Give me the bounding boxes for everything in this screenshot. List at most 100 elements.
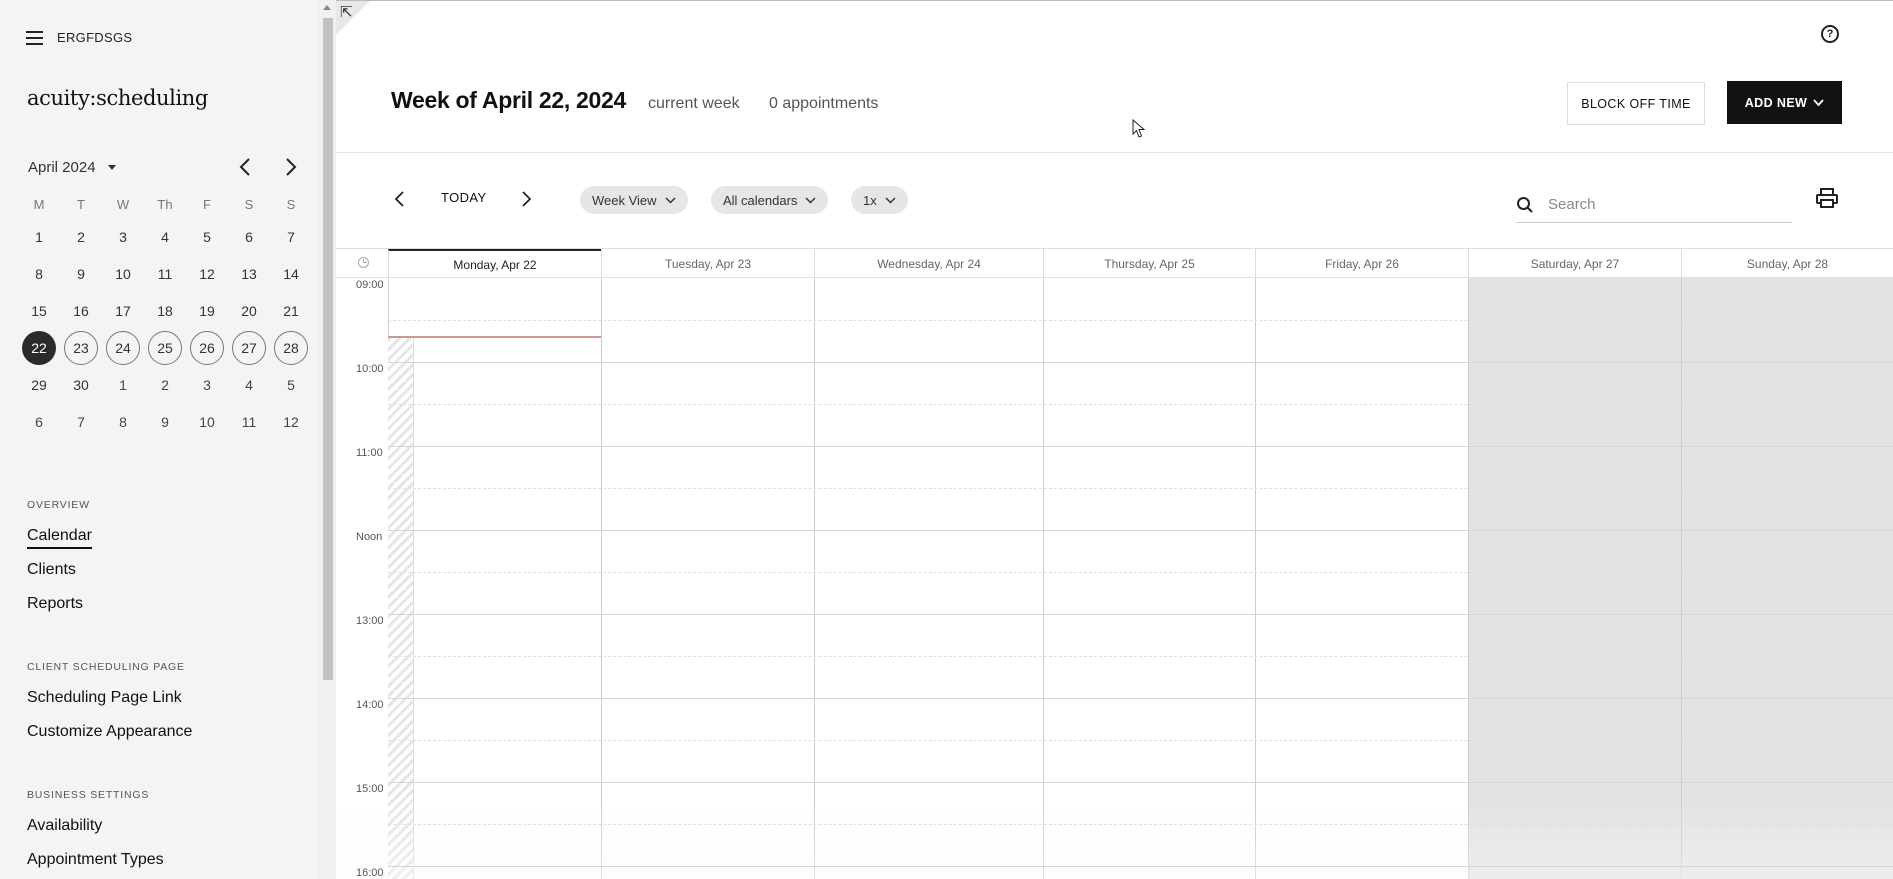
week-grid: Monday, Apr 22 Tuesday, Apr 23 Wednesday, … — [336, 248, 1893, 879]
account-name[interactable]: ERGFDSGS — [57, 30, 132, 45]
sidebar-item-customize-appearance[interactable]: Customize Appearance — [27, 723, 192, 741]
mini-calendar-day[interactable]: 7 — [60, 403, 102, 440]
block-off-time-button[interactable]: BLOCK OFF TIME — [1567, 82, 1705, 125]
sidebar-item-reports[interactable]: Reports — [27, 595, 83, 613]
mini-calendar-day[interactable]: 10 — [102, 255, 144, 292]
mini-calendar-day[interactable]: 26 — [186, 329, 228, 366]
menu-icon[interactable] — [26, 30, 43, 45]
mini-calendar-day[interactable]: 27 — [228, 329, 270, 366]
mini-calendar-day[interactable]: 2 — [60, 218, 102, 255]
mini-calendar-day[interactable]: 2 — [144, 366, 186, 403]
sidebar-item-scheduling-page-link[interactable]: Scheduling Page Link — [27, 689, 182, 707]
hour-gridline — [388, 782, 1893, 783]
day-column[interactable] — [1681, 278, 1893, 879]
day-header[interactable]: Monday, Apr 22 — [388, 249, 601, 278]
view-selector[interactable]: Week View — [580, 186, 688, 214]
day-number: 6 — [245, 228, 253, 245]
mini-calendar-day[interactable]: 6 — [228, 218, 270, 255]
mini-calendar-day[interactable]: 19 — [186, 292, 228, 329]
mini-calendar-day[interactable]: 23 — [60, 329, 102, 366]
day-column[interactable] — [814, 278, 1043, 879]
chevron-left-icon — [239, 158, 250, 176]
mini-calendar-day[interactable]: 10 — [186, 403, 228, 440]
day-header[interactable]: Friday, Apr 26 — [1255, 249, 1468, 278]
day-number: 20 — [241, 302, 257, 319]
sidebar-item-appointment-types[interactable]: Appointment Types — [27, 851, 164, 869]
mini-calendar-day-selected[interactable]: 22 — [18, 329, 60, 366]
mini-calendar-day[interactable]: 18 — [144, 292, 186, 329]
day-header[interactable]: Saturday, Apr 27 — [1468, 249, 1681, 278]
day-number: 10 — [199, 413, 215, 430]
month-selector[interactable]: April 2024 — [18, 159, 116, 176]
day-header[interactable]: Sunday, Apr 28 — [1681, 249, 1893, 278]
day-column[interactable] — [1468, 278, 1681, 879]
mini-calendar-day[interactable]: 5 — [270, 366, 312, 403]
mini-calendar-day[interactable]: 16 — [60, 292, 102, 329]
mini-calendar-day[interactable]: 15 — [18, 292, 60, 329]
time-grid[interactable]: 09:00 10:00 11:00 Noon 13:00 14:00 15:00 16:00 — [336, 278, 1893, 879]
calendars-selector[interactable]: All calendars — [711, 186, 829, 214]
mini-calendar-day[interactable]: 13 — [228, 255, 270, 292]
mini-calendar-day[interactable]: 11 — [144, 255, 186, 292]
mini-calendar-day[interactable]: 21 — [270, 292, 312, 329]
mini-calendar-day[interactable]: 12 — [270, 403, 312, 440]
mini-calendar-day[interactable]: 1 — [18, 218, 60, 255]
day-header[interactable]: Wednesday, Apr 24 — [814, 249, 1043, 278]
sidebar-scrollbar[interactable] — [318, 0, 336, 879]
mini-calendar-day[interactable]: 11 — [228, 403, 270, 440]
help-icon[interactable]: ? — [1821, 25, 1839, 43]
nav-section-heading: CLIENT SCHEDULING PAGE — [27, 661, 185, 673]
mini-calendar-day[interactable]: 17 — [102, 292, 144, 329]
mini-calendar-day[interactable]: 24 — [102, 329, 144, 366]
scrollbar-thumb[interactable] — [323, 18, 333, 680]
sidebar-item-availability[interactable]: Availability — [27, 817, 102, 835]
weekday-label: M — [33, 196, 45, 212]
day-column[interactable] — [1043, 278, 1255, 879]
mini-calendar-day[interactable]: 3 — [102, 218, 144, 255]
add-new-button[interactable]: ADD NEW — [1727, 81, 1842, 124]
mini-calendar-day[interactable]: 1 — [102, 366, 144, 403]
next-month-button[interactable] — [280, 156, 302, 178]
zoom-selector[interactable]: 1x — [851, 186, 908, 214]
today-button[interactable]: TODAY — [441, 190, 487, 205]
mini-calendar-day[interactable]: 30 — [60, 366, 102, 403]
next-week-button[interactable] — [518, 190, 534, 208]
hour-label: 09:00 — [356, 279, 384, 291]
logo[interactable]: acuity:scheduling — [27, 86, 208, 110]
mini-calendar-day[interactable]: 28 — [270, 329, 312, 366]
day-column[interactable] — [601, 278, 814, 879]
mini-calendar-day[interactable]: 6 — [18, 403, 60, 440]
day-header[interactable]: Tuesday, Apr 23 — [601, 249, 814, 278]
mini-calendar-day[interactable]: 9 — [144, 403, 186, 440]
search-box[interactable] — [1516, 187, 1792, 223]
zoom-label: 1x — [863, 192, 877, 208]
mini-calendar-day[interactable]: 4 — [144, 218, 186, 255]
collapse-arrow-icon[interactable]: ⇱ — [340, 3, 353, 21]
mini-calendar-day[interactable]: 3 — [186, 366, 228, 403]
day-header[interactable]: Thursday, Apr 25 — [1043, 249, 1255, 278]
mini-calendar-day[interactable]: 4 — [228, 366, 270, 403]
mini-calendar-day[interactable]: 25 — [144, 329, 186, 366]
mini-calendar-day[interactable]: 7 — [270, 218, 312, 255]
mini-calendar-day[interactable]: 20 — [228, 292, 270, 329]
mini-calendar-day[interactable]: 14 — [270, 255, 312, 292]
mouse-pointer-icon — [1132, 119, 1146, 138]
nav-section: BUSINESS SETTINGS Availability Appointment… — [27, 789, 307, 879]
day-column[interactable] — [388, 278, 601, 879]
scroll-up-icon[interactable] — [323, 5, 331, 10]
mini-calendar-day[interactable]: 8 — [102, 403, 144, 440]
prev-week-button[interactable] — [392, 190, 408, 208]
prev-month-button[interactable] — [234, 156, 256, 178]
mini-calendar-day[interactable]: 29 — [18, 366, 60, 403]
search-input[interactable] — [1548, 196, 1778, 213]
sidebar-item-calendar[interactable]: Calendar — [27, 527, 92, 549]
day-column[interactable] — [1255, 278, 1468, 879]
print-icon[interactable] — [1816, 188, 1838, 208]
mini-calendar-day[interactable]: 5 — [186, 218, 228, 255]
day-number: 19 — [199, 302, 215, 319]
clock-icon[interactable] — [358, 257, 369, 268]
sidebar-item-clients[interactable]: Clients — [27, 561, 76, 579]
mini-calendar-day[interactable]: 8 — [18, 255, 60, 292]
mini-calendar-day[interactable]: 12 — [186, 255, 228, 292]
mini-calendar-day[interactable]: 9 — [60, 255, 102, 292]
